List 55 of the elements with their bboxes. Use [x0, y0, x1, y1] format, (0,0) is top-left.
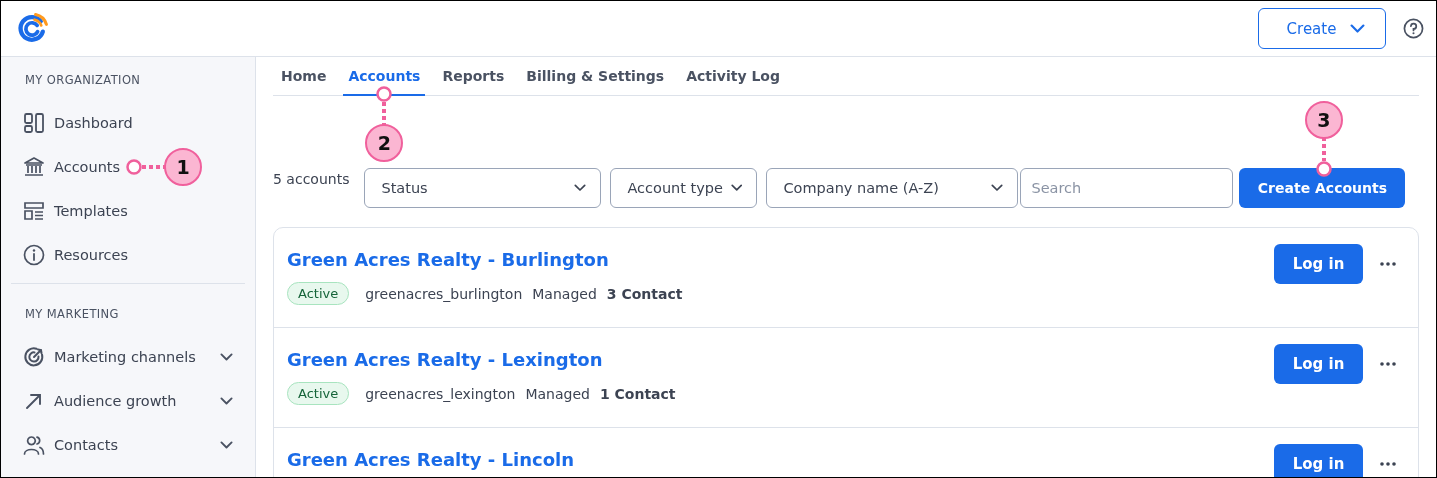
leader-line	[1315, 137, 1332, 177]
account-name-link[interactable]: Green Acres Realty - Burlington	[287, 249, 609, 270]
tab[interactable]: Reports	[437, 57, 510, 96]
sidebar-item[interactable]: Templates	[54, 203, 128, 219]
sidebar-item[interactable]: Dashboard	[54, 115, 133, 131]
step-number: 2	[365, 124, 404, 162]
tab[interactable]: Activity Log	[681, 57, 785, 96]
people-icon	[23, 434, 45, 456]
tab[interactable]: Billing & Settings	[521, 57, 670, 96]
step-number: 1	[164, 148, 203, 186]
section-heading: MY MARKETING	[24, 307, 120, 321]
account-name-link[interactable]: Green Acres Realty - Lincoln	[287, 449, 574, 470]
step-number: 3	[1304, 101, 1343, 139]
sidebar-item[interactable]: Resources	[54, 247, 129, 263]
account-type: Managed	[532, 285, 597, 302]
section-heading: MY ORGANIZATION	[24, 73, 142, 87]
status-badge: Active	[287, 382, 350, 405]
contact-count: 1 Contact	[599, 385, 676, 402]
filter-dropdown[interactable]: Account type	[610, 168, 758, 208]
account-username: greenacres_lexington	[365, 385, 516, 402]
account-type: Managed	[525, 385, 590, 402]
search-field[interactable]: Search	[1020, 168, 1234, 208]
filter-dropdown[interactable]: Company name (A-Z)	[766, 168, 1019, 208]
leader-line	[376, 86, 393, 126]
filter-dropdown[interactable]: Status	[364, 168, 602, 208]
sidebar-item[interactable]: Audience growth	[54, 393, 177, 409]
tab[interactable]: Home	[276, 57, 332, 96]
account-count: 5 accounts	[273, 171, 350, 187]
account-username: greenacres_burlington	[365, 285, 523, 302]
chevron-down-icon	[731, 184, 743, 192]
target-icon	[23, 346, 45, 368]
sidebar-item[interactable]: Accounts	[54, 159, 121, 175]
templates-icon	[23, 200, 45, 222]
info-icon	[23, 244, 45, 266]
more-options-icon[interactable]	[1380, 462, 1396, 466]
create-accounts-button[interactable]: Create Accounts	[1239, 168, 1406, 208]
status-badge: Active	[287, 282, 350, 305]
sidebar-item[interactable]: Marketing channels	[54, 349, 196, 365]
login-button[interactable]: Log in	[1274, 244, 1363, 284]
contact-count: 3 Contact	[606, 285, 683, 302]
login-button[interactable]: Log in	[1274, 444, 1363, 477]
sidebar-item[interactable]: Contacts	[54, 437, 118, 453]
chevron-down-icon	[574, 184, 587, 192]
help-icon[interactable]	[1403, 18, 1424, 39]
login-button[interactable]: Log in	[1274, 344, 1363, 384]
account-name-link[interactable]: Green Acres Realty - Lexington	[287, 349, 603, 370]
chevron-down-icon	[991, 184, 1004, 192]
bank-icon	[23, 156, 45, 178]
logo-icon[interactable]	[16, 12, 49, 45]
leader-line	[126, 159, 167, 175]
dashboard-icon	[23, 112, 45, 134]
create-button[interactable]: Create	[1258, 8, 1386, 49]
more-options-icon[interactable]	[1380, 262, 1396, 266]
chevron-down-icon	[1350, 24, 1366, 33]
more-options-icon[interactable]	[1380, 362, 1396, 366]
